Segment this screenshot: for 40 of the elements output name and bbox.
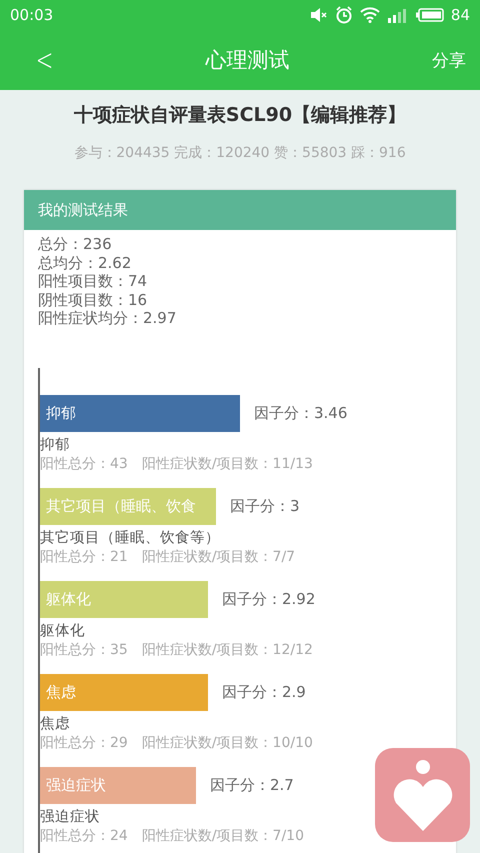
result-heading: 我的测试结果 <box>24 190 456 230</box>
wifi-icon <box>360 7 380 23</box>
factor-score: 因子分：3 <box>230 496 300 516</box>
test-stats: 参与：204435 完成：120240 赞：55803 踩：916 <box>74 144 406 162</box>
factor-name: 强迫症状 <box>40 808 101 827</box>
factor-bar: 焦虑 <box>40 674 208 711</box>
factor-bar: 其它项目（睡眠、饮食 <box>40 488 216 525</box>
app-button[interactable] <box>375 748 470 842</box>
factor-name: 焦虑 <box>40 714 71 734</box>
factor-score: 因子分：3.46 <box>254 404 348 423</box>
back-button[interactable]: < <box>32 42 58 78</box>
factor-bar: 强迫症状 <box>40 766 196 804</box>
alarm-icon <box>334 6 353 24</box>
factor-bar: 躯体化 <box>40 580 208 618</box>
factor-name: 其它项目（睡眠、饮食等） <box>40 528 221 548</box>
page-title: 心理测试 <box>206 47 290 74</box>
factor-bar: 抑郁 <box>40 394 240 432</box>
factor-score: 因子分：2.7 <box>210 776 294 795</box>
summary-line: 阳性项目数：74 <box>38 272 148 291</box>
summary-line: 总均分：2.62 <box>38 254 132 272</box>
summary-line: 总分：236 <box>38 235 113 254</box>
factor-detail: 阳性总分：35 阳性症状数/项目数：12/12 <box>40 640 314 660</box>
factor-detail: 阳性总分：24 阳性症状数/项目数：7/10 <box>40 826 305 846</box>
summary-line: 阳性症状均分：2.97 <box>38 309 178 328</box>
factor-score: 因子分：2.9 <box>222 682 306 702</box>
summary-line: 阴性项目数：16 <box>38 290 148 310</box>
factor-detail: 阳性总分：21 阳性症状数/项目数：7/7 <box>40 548 296 567</box>
factor-score: 因子分：2.92 <box>222 590 316 609</box>
battery-icon <box>416 8 444 22</box>
mute-icon <box>310 8 328 22</box>
status-time: 00:03 <box>10 6 54 24</box>
share-button[interactable]: 分享 <box>432 48 466 72</box>
battery-level: 84 <box>450 6 470 24</box>
factor-detail: 阳性总分：43 阳性症状数/项目数：11/13 <box>40 454 314 474</box>
factor-detail: 阳性总分：29 阳性症状数/项目数：10/10 <box>40 734 314 753</box>
signal-icon <box>386 7 409 23</box>
heart-person-icon <box>392 759 454 831</box>
factor-name: 躯体化 <box>40 622 86 641</box>
factor-name: 抑郁 <box>40 436 71 455</box>
test-title: 十项症状自评量表SCL90【编辑推荐】 <box>74 103 406 128</box>
